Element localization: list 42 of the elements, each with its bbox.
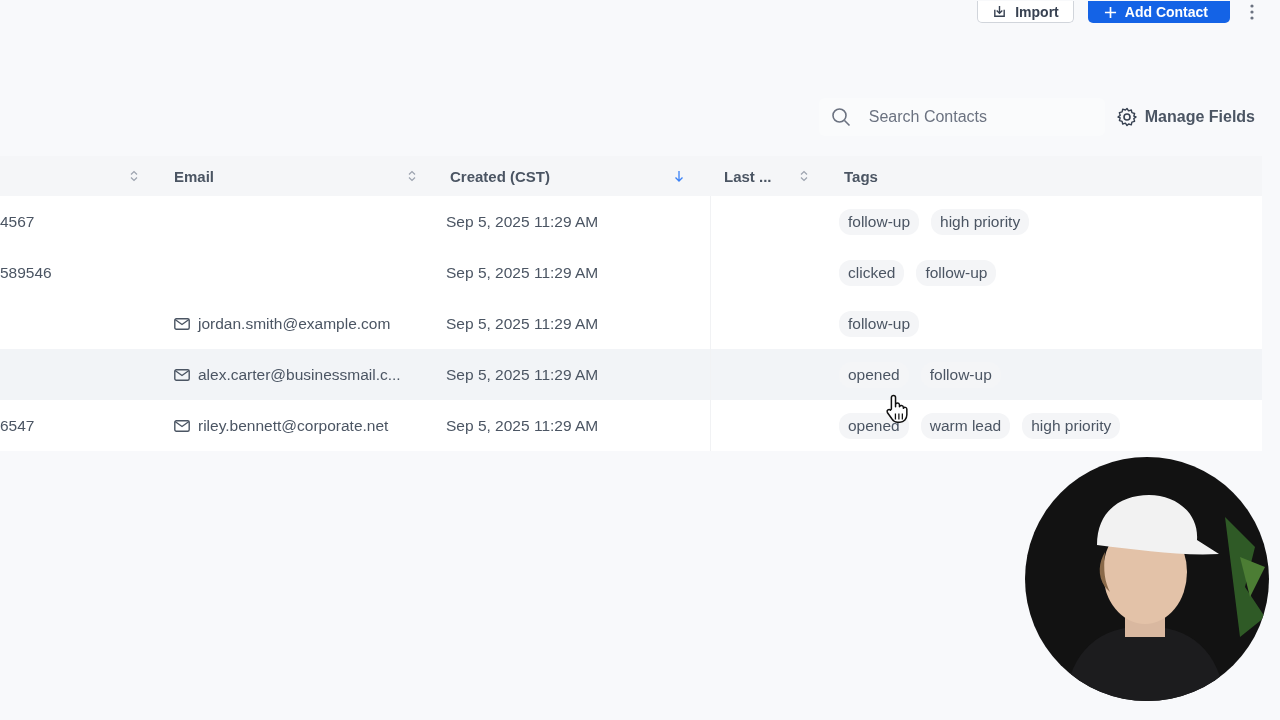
mail-icon: [174, 317, 190, 330]
sort-descending-icon[interactable]: [674, 170, 684, 182]
table-cell: 4567: [0, 212, 35, 231]
table-cell: Sep 5, 2025 11:29 AM: [446, 212, 599, 231]
mail-icon: [174, 419, 190, 432]
tag: follow-up: [839, 208, 920, 235]
settings-icon: [1116, 107, 1137, 127]
tag: high priority: [931, 208, 1030, 235]
add-contact-button[interactable]: Add Contact: [1087, 1, 1230, 23]
import-icon: [992, 4, 1008, 19]
mail-icon: [174, 368, 190, 381]
tag: clicked: [839, 259, 905, 286]
table-cell: Sep 5, 2025 11:29 AM: [446, 416, 599, 435]
table-cell: 589546: [0, 263, 52, 282]
tag: follow-up: [916, 259, 997, 286]
table-row[interactable]: 589546 Sep 5, 2025 11:29 AM clicked follow-up: [0, 247, 1262, 298]
sort-icon[interactable]: [130, 170, 138, 182]
more-icon[interactable]: [1250, 4, 1254, 20]
hand-cursor-icon: [884, 394, 908, 424]
manage-fields-button[interactable]: Manage Fields: [1116, 107, 1255, 127]
table-row[interactable]: 4567 Sep 5, 2025 11:29 AM follow-up high priority: [0, 196, 1262, 247]
column-header[interactable]: Email: [174, 167, 215, 185]
table-cell: Sep 5, 2025 11:29 AM: [446, 365, 599, 384]
sort-icon[interactable]: [800, 170, 808, 182]
plus-icon: [1103, 5, 1117, 19]
table-cell: Sep 5, 2025 11:29 AM: [446, 314, 599, 333]
table-cell: jordan.smith@example.com: [198, 314, 391, 333]
import-button[interactable]: Import: [977, 1, 1074, 23]
column-header[interactable]: Tags: [844, 167, 878, 185]
tag: warm lead: [920, 412, 1011, 439]
sort-icon[interactable]: [408, 170, 416, 182]
table-row[interactable]: alex.carter@businessmail.c... Sep 5, 2025 11:29 AM opened follow-up: [0, 349, 1262, 400]
table-cell: 6547: [0, 416, 35, 435]
table-cell: riley.bennett@corporate.net: [198, 416, 389, 435]
table-row[interactable]: jordan.smith@example.com Sep 5, 2025 11:29 AM follow-up: [0, 298, 1262, 349]
tag: follow-up: [839, 310, 920, 337]
table-cell: alex.carter@businessmail.c...: [198, 365, 401, 384]
tag: high priority: [1022, 412, 1121, 439]
column-header[interactable]: Last ...: [724, 167, 772, 185]
column-header[interactable]: Created (CST): [450, 167, 550, 185]
table-row[interactable]: 6547 riley.bennett@corporate.net Sep 5, 2025 11:29 AM opened warm lead high priority: [0, 400, 1262, 451]
table-cell: Sep 5, 2025 11:29 AM: [446, 263, 599, 282]
